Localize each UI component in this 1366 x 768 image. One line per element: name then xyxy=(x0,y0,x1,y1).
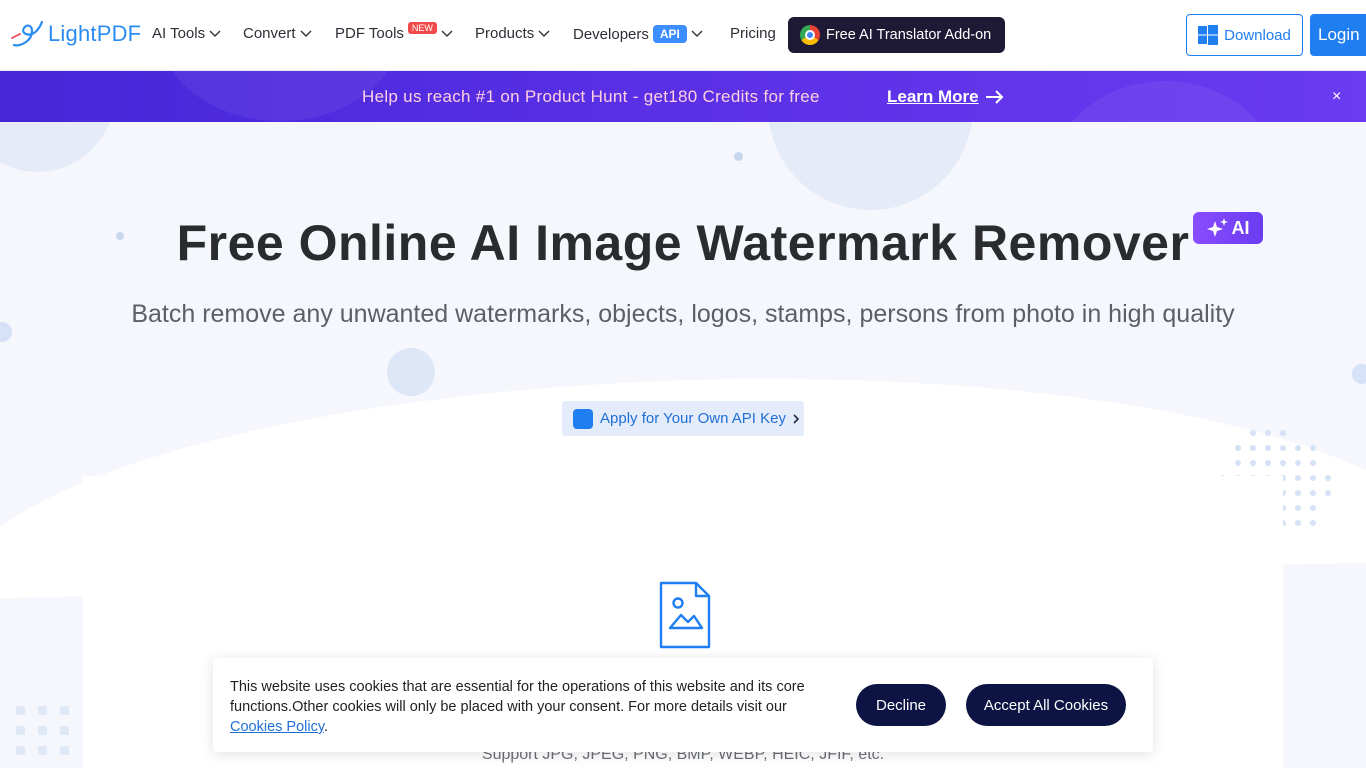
login-button[interactable]: Login xyxy=(1310,14,1366,56)
close-banner-button[interactable]: × xyxy=(1332,88,1341,106)
lightpdf-logo[interactable]: LightPDF xyxy=(10,19,141,49)
nav-ai-tools[interactable]: AI Tools xyxy=(152,25,221,42)
decline-cookies-button[interactable]: Decline xyxy=(856,684,946,726)
page-subtitle: Batch remove any unwanted watermarks, ob… xyxy=(131,300,1235,328)
sparkle-icon xyxy=(1206,218,1228,237)
new-badge: NEW xyxy=(407,21,437,34)
api-badge: API xyxy=(652,25,687,43)
page-title: Free Online AI Image Watermark Remover xyxy=(176,215,1190,271)
ai-translator-addon-button[interactable]: Free AI Translator Add-on xyxy=(788,17,1005,53)
chevron-down-icon xyxy=(441,30,453,37)
ai-translator-label: Free AI Translator Add-on xyxy=(826,27,992,43)
nav-developers-label: Developers xyxy=(573,25,649,43)
image-file-icon xyxy=(658,580,712,655)
chevron-down-icon xyxy=(209,30,221,37)
top-navbar: LightPDF AI Tools Convert PDF Tools NEW … xyxy=(0,0,1366,71)
promo-banner: Help us reach #1 on Product Hunt - get18… xyxy=(0,71,1366,122)
chevron-down-icon xyxy=(300,30,312,37)
promo-text: Help us reach #1 on Product Hunt - get18… xyxy=(362,87,820,106)
cookie-consent-banner: This website uses cookies that are essen… xyxy=(213,658,1153,752)
chrome-icon xyxy=(800,25,820,45)
learn-more-link[interactable]: Learn More xyxy=(887,87,1005,107)
nav-developers[interactable]: Developers API xyxy=(573,25,703,43)
nav-pricing-label: Pricing xyxy=(730,25,776,42)
cookie-period: . xyxy=(324,719,329,735)
accept-all-cookies-button[interactable]: Accept All Cookies xyxy=(966,684,1126,726)
chevron-right-icon xyxy=(793,413,800,424)
ai-badge: AI xyxy=(1193,212,1263,244)
background-decoration xyxy=(1352,364,1366,384)
arrow-right-icon xyxy=(985,90,1004,104)
nav-convert-label: Convert xyxy=(243,25,296,42)
download-label: Download xyxy=(1224,26,1291,44)
download-button[interactable]: Download xyxy=(1186,14,1303,56)
cookie-message: This website uses cookies that are essen… xyxy=(230,679,805,715)
cookie-text: This website uses cookies that are essen… xyxy=(230,677,830,737)
nav-pdf-tools[interactable]: PDF Tools NEW xyxy=(335,21,453,42)
apply-api-key-label: Apply for Your Own API Key xyxy=(600,410,786,427)
apply-api-key-button[interactable]: Apply for Your Own API Key xyxy=(562,401,804,436)
lightpdf-small-icon xyxy=(573,408,593,429)
background-decoration xyxy=(734,152,743,161)
ai-badge-label: AI xyxy=(1231,217,1250,238)
nav-convert[interactable]: Convert xyxy=(243,25,312,42)
learn-more-label: Learn More xyxy=(887,87,979,106)
logo-text: LightPDF xyxy=(48,21,142,46)
cookies-policy-link[interactable]: Cookies Policy xyxy=(230,719,324,735)
nav-products[interactable]: Products xyxy=(475,25,550,42)
chevron-down-icon xyxy=(538,30,550,37)
banner-decoration xyxy=(1050,81,1280,122)
windows-icon xyxy=(1198,25,1219,45)
login-label: Login xyxy=(1318,25,1360,44)
nav-pdf-tools-label: PDF Tools xyxy=(335,25,404,42)
chevron-down-icon xyxy=(691,30,703,37)
nav-pricing[interactable]: Pricing xyxy=(730,25,776,42)
lightpdf-logo-icon xyxy=(11,20,44,47)
background-decoration xyxy=(387,348,435,396)
nav-ai-tools-label: AI Tools xyxy=(152,25,206,42)
nav-products-label: Products xyxy=(475,25,535,42)
